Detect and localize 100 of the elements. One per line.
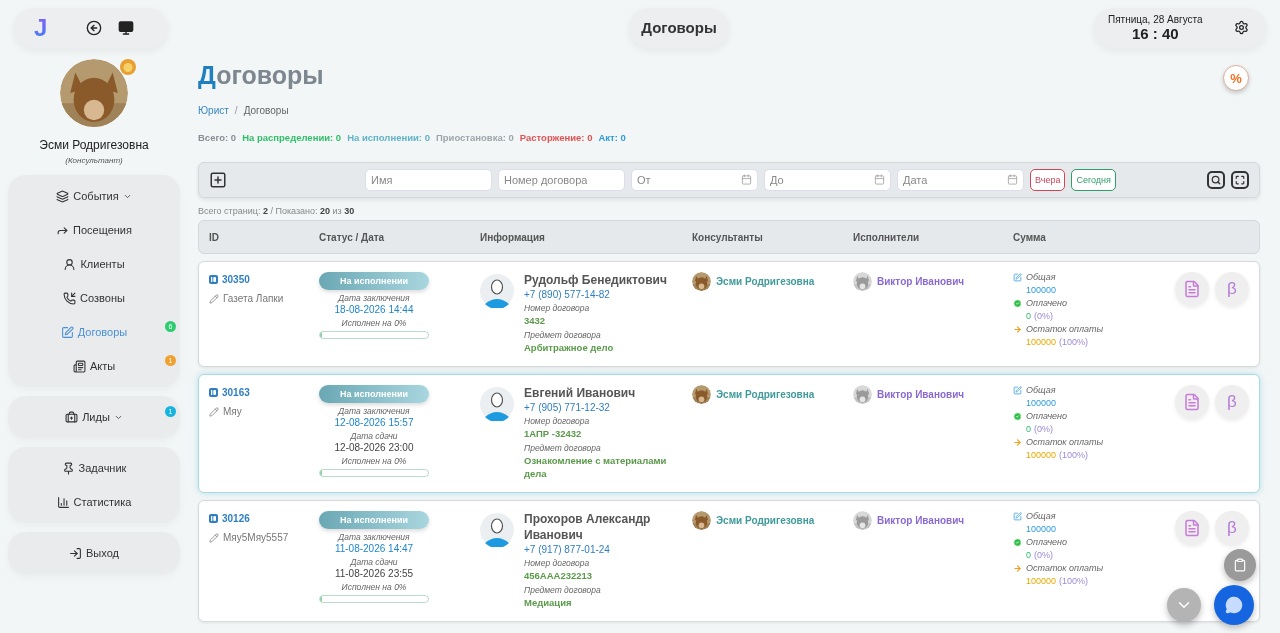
emblem-icon — [120, 59, 136, 75]
contract-card[interactable] — [198, 500, 1260, 622]
contract-id[interactable]: 30350 — [222, 274, 250, 285]
sum-label: Общая — [1026, 385, 1056, 395]
monitor-icon — [118, 19, 135, 36]
consultant-link[interactable]: Эсми Родригезовна — [716, 276, 815, 287]
clipboard-icon — [1233, 558, 1247, 572]
expand-button[interactable] — [1231, 171, 1249, 189]
status-count: Акт: 0 — [598, 132, 626, 143]
date-value: 12-08-2026 23:00 — [334, 442, 414, 453]
field-label: Номер договора — [524, 558, 591, 568]
contract-id[interactable]: 30163 — [222, 387, 250, 398]
date-field[interactable]: От — [631, 169, 758, 191]
column-header: Статус / Дата — [319, 231, 386, 243]
pencil-icon — [209, 406, 219, 417]
nav-item[interactable]: Посещения — [8, 213, 180, 247]
id-icon — [209, 275, 218, 284]
rest-value: 100000 — [1026, 450, 1057, 460]
paid-value: 0 — [1026, 550, 1031, 560]
client-name: Евгений Иванович — [524, 385, 637, 401]
beta-button[interactable]: β — [1215, 385, 1249, 419]
client-name: Прохоров Александр Иванович — [524, 511, 652, 543]
rest-percent: (100%) — [1059, 337, 1089, 347]
quick-date-button[interactable]: Сегодня — [1071, 169, 1116, 191]
date-field[interactable]: До — [764, 169, 891, 191]
arrow-right-icon — [1013, 437, 1022, 447]
date-field[interactable]: Дата — [897, 169, 1024, 191]
beta-button[interactable]: β — [1215, 272, 1249, 306]
check-icon — [1013, 411, 1022, 421]
nav-item[interactable]: Статистика — [8, 485, 180, 519]
person-avatar-icon — [480, 274, 514, 308]
person-avatar-icon — [480, 387, 514, 421]
search-button[interactable] — [1207, 171, 1225, 189]
pin-icon — [61, 461, 75, 475]
column-header: ID — [209, 231, 220, 243]
date-label: Дата заключения — [338, 406, 410, 416]
consultant-link[interactable]: Эсми Родригезовна — [716, 389, 815, 400]
status-count: На исполнении: 0 — [347, 132, 430, 143]
sum-label: Оплачено — [1026, 298, 1068, 308]
nav-item[interactable]: Выход — [8, 536, 180, 570]
nav-item[interactable]: Клиенты — [8, 247, 180, 281]
sum-value: 100000 — [1026, 524, 1058, 534]
sum-label: Остаток оплаты — [1026, 437, 1104, 447]
nav-item[interactable]: События — [8, 179, 180, 213]
document-button[interactable] — [1175, 385, 1209, 419]
nav-item[interactable]: Задачник — [8, 451, 180, 485]
progress-label: Исполнен на 0% — [341, 318, 407, 328]
briefcase-icon — [65, 410, 79, 424]
executor-link[interactable]: Виктор Иванович — [877, 389, 965, 400]
breadcrumb-link[interactable]: Юрист — [198, 105, 229, 116]
sum-label: Остаток оплаты — [1026, 324, 1104, 334]
phone-link[interactable]: +7 (905) 771-12-32 — [524, 402, 682, 413]
edit-icon — [60, 325, 74, 339]
input-field[interactable]: Имя — [365, 169, 492, 191]
breadcrumb-separator: / — [234, 105, 238, 116]
contract-card[interactable] — [198, 374, 1260, 493]
executor-link[interactable]: Виктор Иванович — [877, 276, 965, 287]
input-field[interactable]: Номер договора — [498, 169, 625, 191]
sum-label: Остаток оплаты — [1026, 563, 1104, 573]
phone-link[interactable]: +7 (890) 577-14-82 — [524, 289, 667, 300]
add-button[interactable] — [209, 171, 227, 189]
edit-icon — [1013, 385, 1022, 395]
executor-link[interactable]: Виктор Иванович — [877, 515, 965, 526]
document-button[interactable] — [1175, 272, 1209, 306]
paid-percent: (0%) — [1034, 550, 1054, 560]
document-button[interactable] — [1175, 511, 1209, 545]
layers-icon — [56, 189, 70, 203]
quick-date-button[interactable]: Вчера — [1030, 169, 1066, 191]
id-icon — [209, 388, 218, 397]
person-avatar-icon — [480, 513, 514, 547]
back-icon — [86, 19, 103, 36]
contract-note: Газета Лапки — [223, 293, 284, 304]
check-icon — [1013, 298, 1022, 308]
contract-id[interactable]: 30126 — [222, 513, 250, 524]
consultant-link[interactable]: Эсми Родригезовна — [716, 515, 815, 526]
date-value: 12-08-2026 15:57 — [334, 417, 414, 428]
user-name: Эсми Родригезовна — [39, 138, 149, 152]
paid-value: 0 — [1026, 311, 1031, 321]
user-role: (Консультант) — [65, 156, 123, 165]
field-value: Ознакомление с материалами дела — [524, 454, 668, 480]
calendar-icon — [741, 174, 752, 185]
rest-value: 100000 — [1026, 576, 1057, 586]
beta-button[interactable]: β — [1215, 511, 1249, 545]
status-pill: На исполнении — [319, 385, 429, 403]
calendar-icon — [1007, 174, 1018, 185]
phone-link[interactable]: +7 (917) 877-01-24 — [524, 544, 682, 555]
field-value: 3432 — [524, 314, 547, 327]
rest-percent: (100%) — [1059, 576, 1089, 586]
date-value: 11-08-2026 14:47 — [334, 543, 414, 554]
document-icon — [1183, 280, 1201, 298]
contract-card[interactable] — [198, 261, 1260, 367]
paid-percent: (0%) — [1034, 311, 1054, 321]
nav-item[interactable]: Созвоны — [8, 281, 180, 315]
progress-label: Исполнен на 0% — [341, 582, 407, 592]
discount-button[interactable]: % — [1223, 65, 1249, 91]
date-value: 11-08-2026 23:55 — [334, 568, 414, 579]
field-value: Медиация — [524, 596, 573, 609]
pencil-icon — [209, 293, 219, 304]
settings-icon — [1233, 20, 1249, 35]
column-header: Информация — [480, 231, 546, 243]
